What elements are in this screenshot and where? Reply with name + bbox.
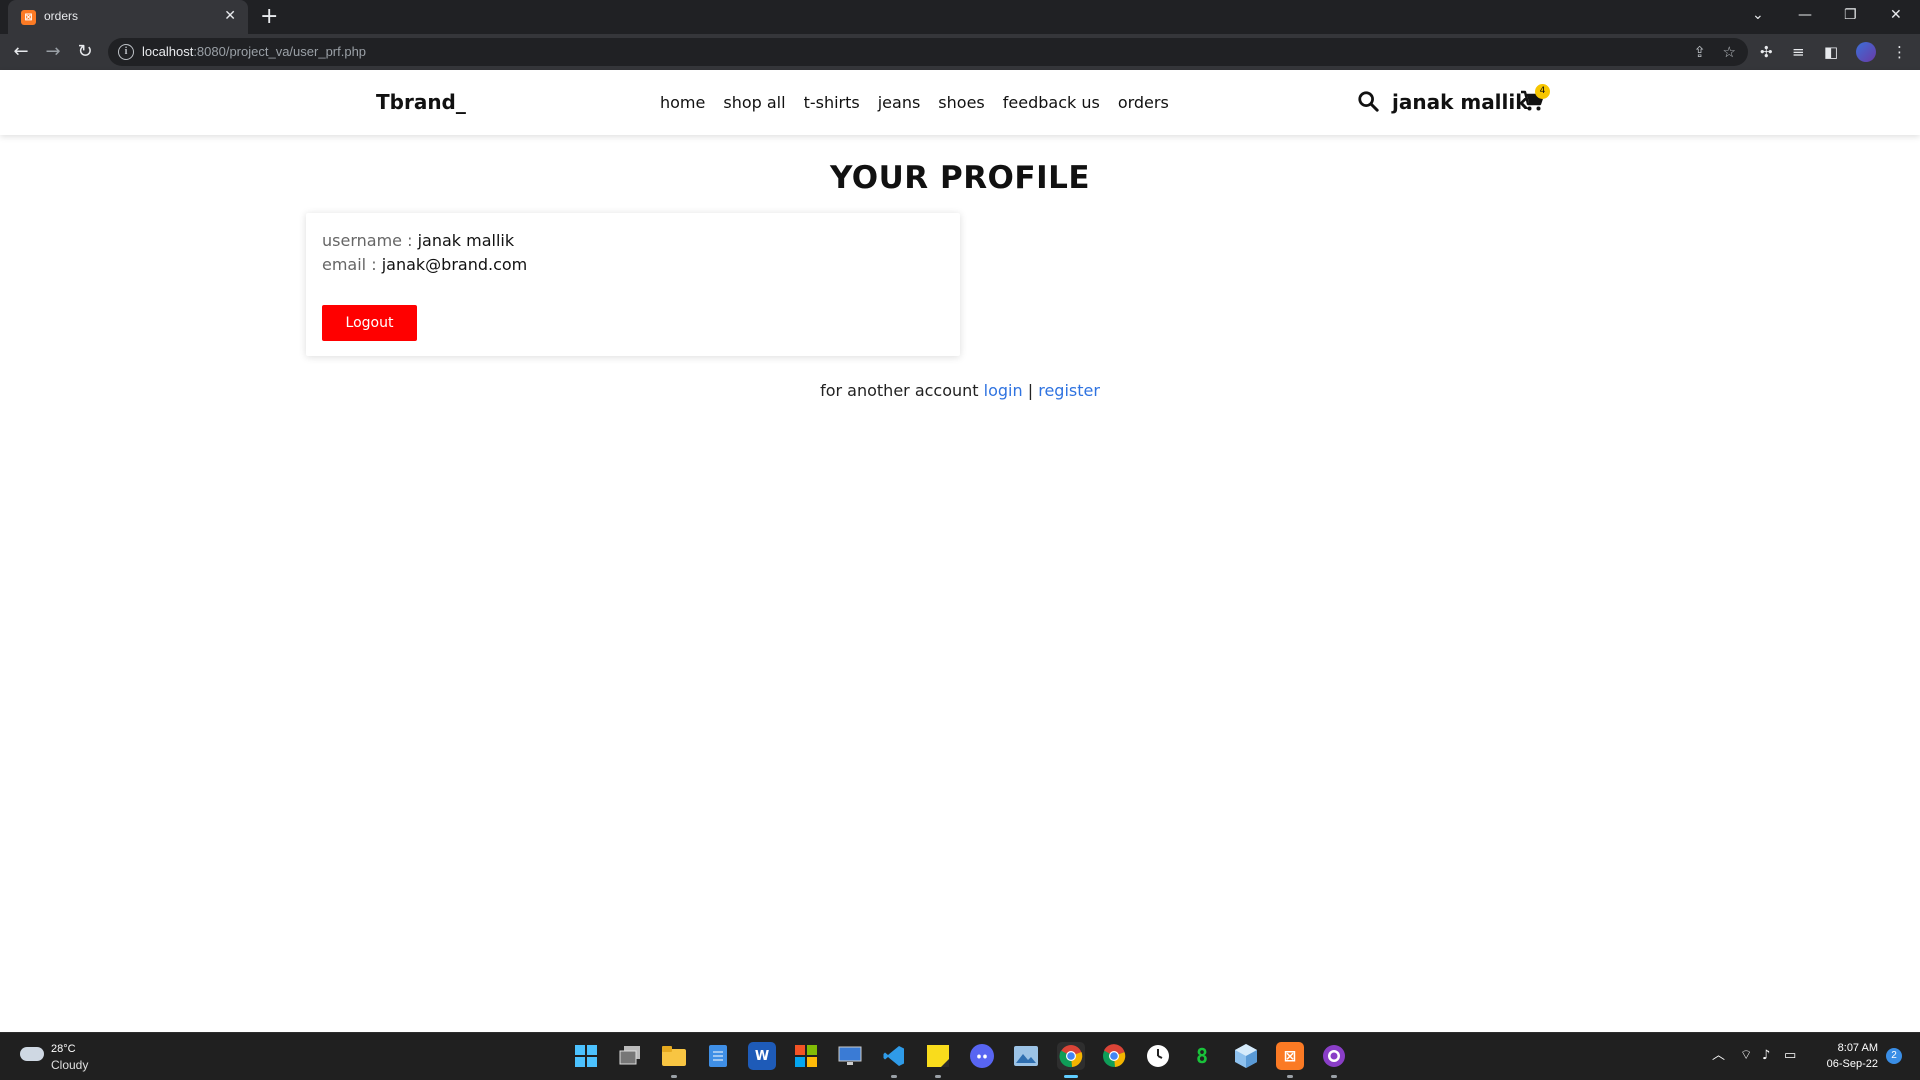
virtualbox-icon[interactable] <box>1232 1042 1260 1070</box>
battery-icon[interactable]: ▭ <box>1784 1048 1796 1064</box>
username-label: username : <box>322 231 413 250</box>
page-title: YOUR PROFILE <box>829 160 1091 196</box>
browser-toolbar: ← → ↻ i localhost:8080/project_va/user_p… <box>0 34 1920 70</box>
email-label: email : <box>322 255 377 274</box>
volume-icon[interactable]: ♪ <box>1762 1048 1770 1064</box>
forward-icon[interactable]: → <box>42 41 64 63</box>
site-info-icon[interactable]: i <box>118 44 134 60</box>
close-window-icon[interactable]: ✕ <box>1890 6 1902 24</box>
cloud-icon <box>20 1047 44 1061</box>
address-bar[interactable]: i localhost:8080/project_va/user_prf.php… <box>108 38 1748 66</box>
back-icon[interactable]: ← <box>10 41 32 63</box>
app-running-indicator <box>671 1075 677 1078</box>
weather-description: Cloudy <box>51 1058 89 1072</box>
digital-counter-icon[interactable]: 8 <box>1188 1042 1216 1070</box>
xampp-taskbar-icon[interactable]: ⊠ <box>1276 1042 1304 1070</box>
login-link[interactable]: login <box>984 381 1023 400</box>
browser-profile-avatar[interactable] <box>1856 42 1876 62</box>
restore-icon[interactable]: ❐ <box>1844 6 1857 24</box>
file-explorer-icon[interactable] <box>660 1042 688 1070</box>
nav-jeans[interactable]: jeans <box>878 93 921 112</box>
username-value: janak mallik <box>417 231 515 250</box>
taskbar-time[interactable]: 8:07 AM <box>1822 1042 1878 1054</box>
browser-tab[interactable]: ⊠ orders ✕ <box>8 0 248 34</box>
site-logo[interactable]: Tbrand_ <box>376 90 466 114</box>
xampp-icon: ⊠ <box>21 10 36 25</box>
nav-t-shirts[interactable]: t-shirts <box>804 93 860 112</box>
nav-feedback-us[interactable]: feedback us <box>1003 93 1100 112</box>
bookmark-star-icon[interactable]: ☆ <box>1723 42 1736 62</box>
nav-home[interactable]: home <box>660 93 705 112</box>
cart-count-badge: 4 <box>1535 84 1550 99</box>
minimize-icon[interactable]: — <box>1798 6 1812 24</box>
google-chrome-alt-icon[interactable] <box>1100 1042 1128 1070</box>
sticky-notes-icon[interactable] <box>924 1042 952 1070</box>
another-account-line: for another account login | register <box>0 381 1920 400</box>
user-name-link[interactable]: janak mallik <box>1392 90 1529 114</box>
register-link[interactable]: register <box>1038 381 1100 400</box>
vscode-icon[interactable] <box>880 1042 908 1070</box>
word-icon[interactable]: W <box>748 1042 776 1070</box>
photos-icon[interactable] <box>1012 1042 1040 1070</box>
app-running-indicator <box>891 1075 897 1078</box>
start-icon[interactable] <box>572 1042 600 1070</box>
chrome-icon[interactable] <box>1057 1042 1085 1070</box>
browser-menu-icon[interactable]: ⋮ <box>1892 42 1907 62</box>
microsoft-store-icon[interactable] <box>792 1042 820 1070</box>
windows-taskbar: 28°C Cloudy W 8 ⊠ ︿ ⌔ ♪ ▭ 8:07 AM 06-Sep… <box>0 1032 1920 1080</box>
discord-icon[interactable] <box>968 1042 996 1070</box>
reload-icon[interactable]: ↻ <box>74 41 96 63</box>
extensions-icon[interactable]: ✣ <box>1760 42 1773 62</box>
taskbar-date[interactable]: 06-Sep-22 <box>1814 1058 1878 1070</box>
app-active-indicator <box>1064 1075 1078 1078</box>
app-running-indicator <box>1331 1075 1337 1078</box>
main-nav: home shop all t-shirts jeans shoes feedb… <box>660 93 1187 112</box>
tab-title: orders <box>44 9 79 23</box>
weather-temperature: 28°C <box>51 1043 76 1055</box>
another-account-text: for another account <box>820 381 979 400</box>
show-hidden-icons-icon[interactable]: ︿ <box>1712 1048 1725 1064</box>
reading-list-icon[interactable]: ≡ <box>1792 42 1805 62</box>
tab-search-icon[interactable]: ⌄ <box>1752 6 1764 24</box>
email-row: email : janak@brand.com <box>322 255 527 274</box>
app-running-indicator <box>935 1075 941 1078</box>
browser-tab-bar: ⊠ orders ✕ + ⌄ — ❐ ✕ <box>0 0 1920 34</box>
search-icon[interactable] <box>1357 90 1379 112</box>
wifi-icon[interactable]: ⌔ <box>1740 1048 1752 1064</box>
url-text[interactable]: localhost:8080/project_va/user_prf.php <box>142 44 366 59</box>
side-panel-icon[interactable]: ◧ <box>1824 42 1838 62</box>
remote-desktop-icon[interactable] <box>836 1042 864 1070</box>
site-header: Tbrand_ home shop all t-shirts jeans sho… <box>0 70 1920 135</box>
nav-shop-all[interactable]: shop all <box>723 93 785 112</box>
link-separator: | <box>1027 381 1034 400</box>
github-desktop-icon[interactable] <box>1320 1042 1348 1070</box>
email-value: janak@brand.com <box>381 255 528 274</box>
profile-card: username : janak mallik email : janak@br… <box>306 213 960 356</box>
username-row: username : janak mallik <box>322 231 514 250</box>
logout-button[interactable]: Logout <box>322 305 417 341</box>
clock-icon[interactable] <box>1144 1042 1172 1070</box>
task-view-icon[interactable] <box>616 1042 644 1070</box>
share-icon[interactable]: ⇪ <box>1693 42 1706 62</box>
app-running-indicator <box>1287 1075 1293 1078</box>
new-tab-button[interactable]: + <box>260 4 278 30</box>
nav-orders[interactable]: orders <box>1118 93 1169 112</box>
close-tab-icon[interactable]: ✕ <box>224 8 236 24</box>
nav-shoes[interactable]: shoes <box>938 93 984 112</box>
notification-count-badge[interactable]: 2 <box>1886 1048 1902 1064</box>
notepad-icon[interactable] <box>704 1042 732 1070</box>
